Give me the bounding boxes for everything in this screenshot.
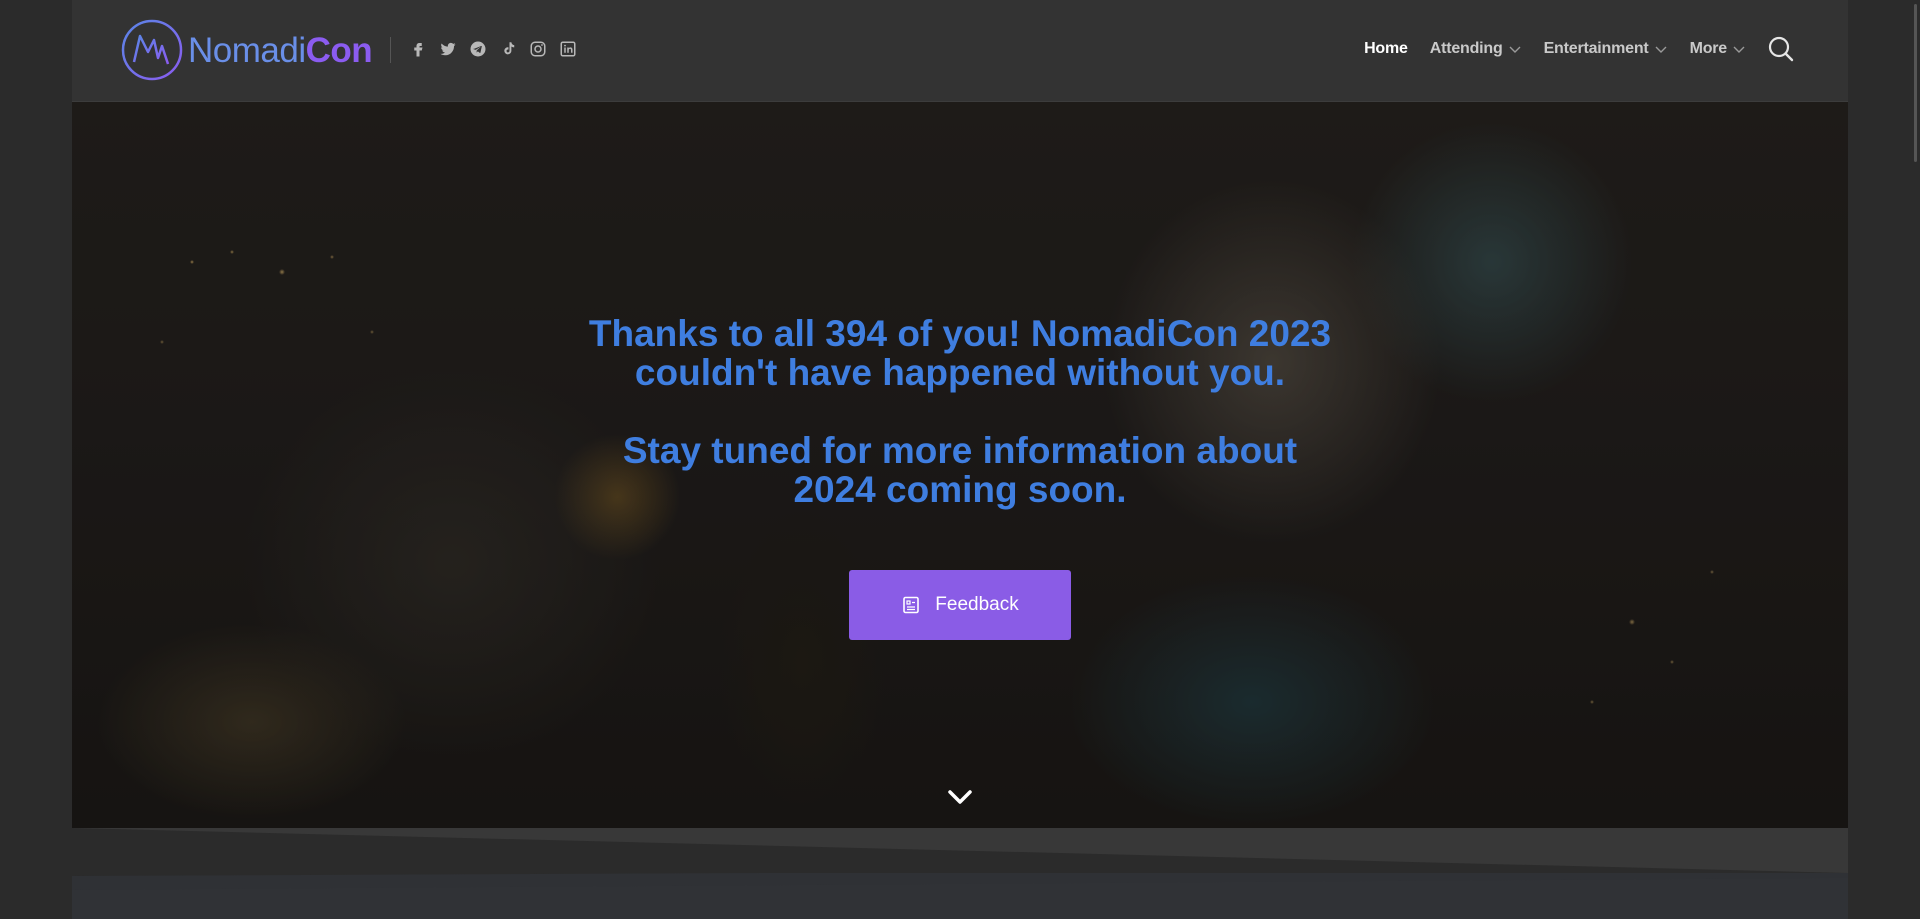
chevron-down-icon	[1733, 46, 1745, 53]
chevron-down-icon	[1509, 46, 1521, 53]
page-scrollbar[interactable]	[1904, 0, 1920, 919]
nav-home[interactable]: Home	[1364, 40, 1408, 58]
hero-headline-thanks-line2: couldn't have happened without you.	[634, 352, 1286, 393]
logo-icon	[121, 19, 183, 81]
site-header: NomadiCon Home Attending Entertainment M…	[72, 0, 1848, 102]
nav-entertainment[interactable]: Entertainment	[1544, 40, 1668, 58]
search-icon[interactable]	[1766, 34, 1796, 64]
twitter-icon[interactable]	[438, 39, 458, 59]
telegram-icon[interactable]	[468, 39, 488, 59]
hero-headline-stay-tuned-line1: Stay tuned for more information about	[622, 430, 1298, 471]
linkedin-icon[interactable]	[558, 39, 578, 59]
hero-headline-stay-tuned-line2: 2024 coming soon.	[793, 469, 1127, 510]
instagram-icon[interactable]	[528, 39, 548, 59]
social-links	[408, 37, 578, 61]
section-divider-shape	[0, 828, 1848, 919]
nav-more-label: More	[1689, 40, 1728, 57]
header-divider	[390, 37, 391, 63]
main-navigation: Home Attending Entertainment More	[1342, 30, 1796, 68]
form-icon	[903, 596, 920, 614]
logo-wordmark: NomadiCon	[188, 30, 373, 70]
hero-headline-thanks-line1: Thanks to all 394 of you! NomadiCon 2023	[588, 313, 1332, 354]
nav-more[interactable]: More	[1690, 40, 1746, 58]
hero-headline-thanks: Thanks to all 394 of you! NomadiCon 2023…	[72, 314, 1848, 392]
nav-entertainment-label: Entertainment	[1543, 40, 1649, 57]
hero-headline-stay-tuned: Stay tuned for more information about 20…	[72, 431, 1848, 509]
scrollbar-thumb[interactable]	[1914, 4, 1917, 162]
chevron-down-icon[interactable]	[945, 782, 975, 812]
chevron-down-icon	[1655, 46, 1667, 53]
nav-home-label: Home	[1364, 40, 1408, 57]
site-logo[interactable]: NomadiCon	[120, 18, 373, 82]
logo-text-nomadi: Nomadi	[188, 30, 306, 70]
page: NomadiCon Home Attending Entertainment M…	[72, 0, 1848, 919]
nav-attending-label: Attending	[1429, 40, 1503, 57]
tiktok-icon[interactable]	[498, 39, 518, 59]
nav-attending[interactable]: Attending	[1430, 40, 1522, 58]
facebook-icon[interactable]	[408, 39, 428, 59]
feedback-button[interactable]: Feedback	[849, 570, 1071, 640]
hero-section: Thanks to all 394 of you! NomadiCon 2023…	[72, 102, 1848, 828]
feedback-button-label: Feedback	[935, 594, 1019, 615]
logo-text-con: Con	[305, 30, 373, 70]
